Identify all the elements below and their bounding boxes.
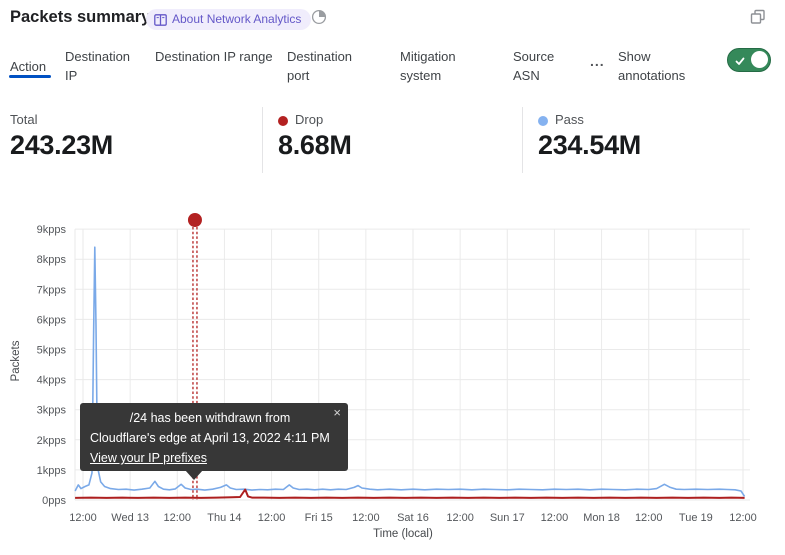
tooltip-text-line2: Cloudflare's edge at April 13, 2022 4:11… <box>90 428 338 448</box>
svg-text:12:00: 12:00 <box>352 512 380 524</box>
svg-text:Thu 14: Thu 14 <box>207 512 241 524</box>
svg-text:12:00: 12:00 <box>164 512 192 524</box>
svg-text:Mon 18: Mon 18 <box>583 512 620 524</box>
annotation-tooltip: /24 has been withdrawn from Cloudflare's… <box>80 403 348 471</box>
svg-text:3kpps: 3kpps <box>37 405 67 417</box>
svg-text:12:00: 12:00 <box>446 512 474 524</box>
svg-text:Fri 15: Fri 15 <box>305 512 333 524</box>
svg-text:1kpps: 1kpps <box>37 465 67 477</box>
svg-text:12:00: 12:00 <box>729 512 757 524</box>
svg-text:12:00: 12:00 <box>635 512 663 524</box>
svg-text:2kpps: 2kpps <box>37 435 67 447</box>
drop-line <box>75 490 745 498</box>
svg-text:4kpps: 4kpps <box>37 375 67 387</box>
svg-text:7kpps: 7kpps <box>37 284 67 296</box>
view-ip-prefixes-link[interactable]: View your IP prefixes <box>90 448 207 468</box>
svg-text:12:00: 12:00 <box>258 512 286 524</box>
packets-summary-panel: Packets summary About Network Analytics … <box>0 0 785 555</box>
annotation-dot <box>188 213 202 227</box>
svg-text:Sat 16: Sat 16 <box>397 512 429 524</box>
svg-text:6kpps: 6kpps <box>37 314 67 326</box>
svg-text:12:00: 12:00 <box>69 512 97 524</box>
svg-text:5kpps: 5kpps <box>37 345 67 357</box>
svg-text:9kpps: 9kpps <box>37 224 67 236</box>
svg-text:8kpps: 8kpps <box>37 254 67 266</box>
svg-text:Sun 17: Sun 17 <box>490 512 525 524</box>
tooltip-text-line1: /24 has been withdrawn from <box>90 408 338 428</box>
svg-text:12:00: 12:00 <box>541 512 569 524</box>
packets-chart-svg[interactable]: 9kpps 8kpps 7kpps 6kpps 5kpps 4kpps 3kpps 2kpps… <box>0 0 785 555</box>
svg-text:0pps: 0pps <box>42 495 66 507</box>
tooltip-pointer <box>185 470 203 480</box>
svg-text:Wed 13: Wed 13 <box>111 512 149 524</box>
tooltip-close-icon[interactable]: × <box>333 406 341 419</box>
svg-text:Tue 19: Tue 19 <box>679 512 713 524</box>
